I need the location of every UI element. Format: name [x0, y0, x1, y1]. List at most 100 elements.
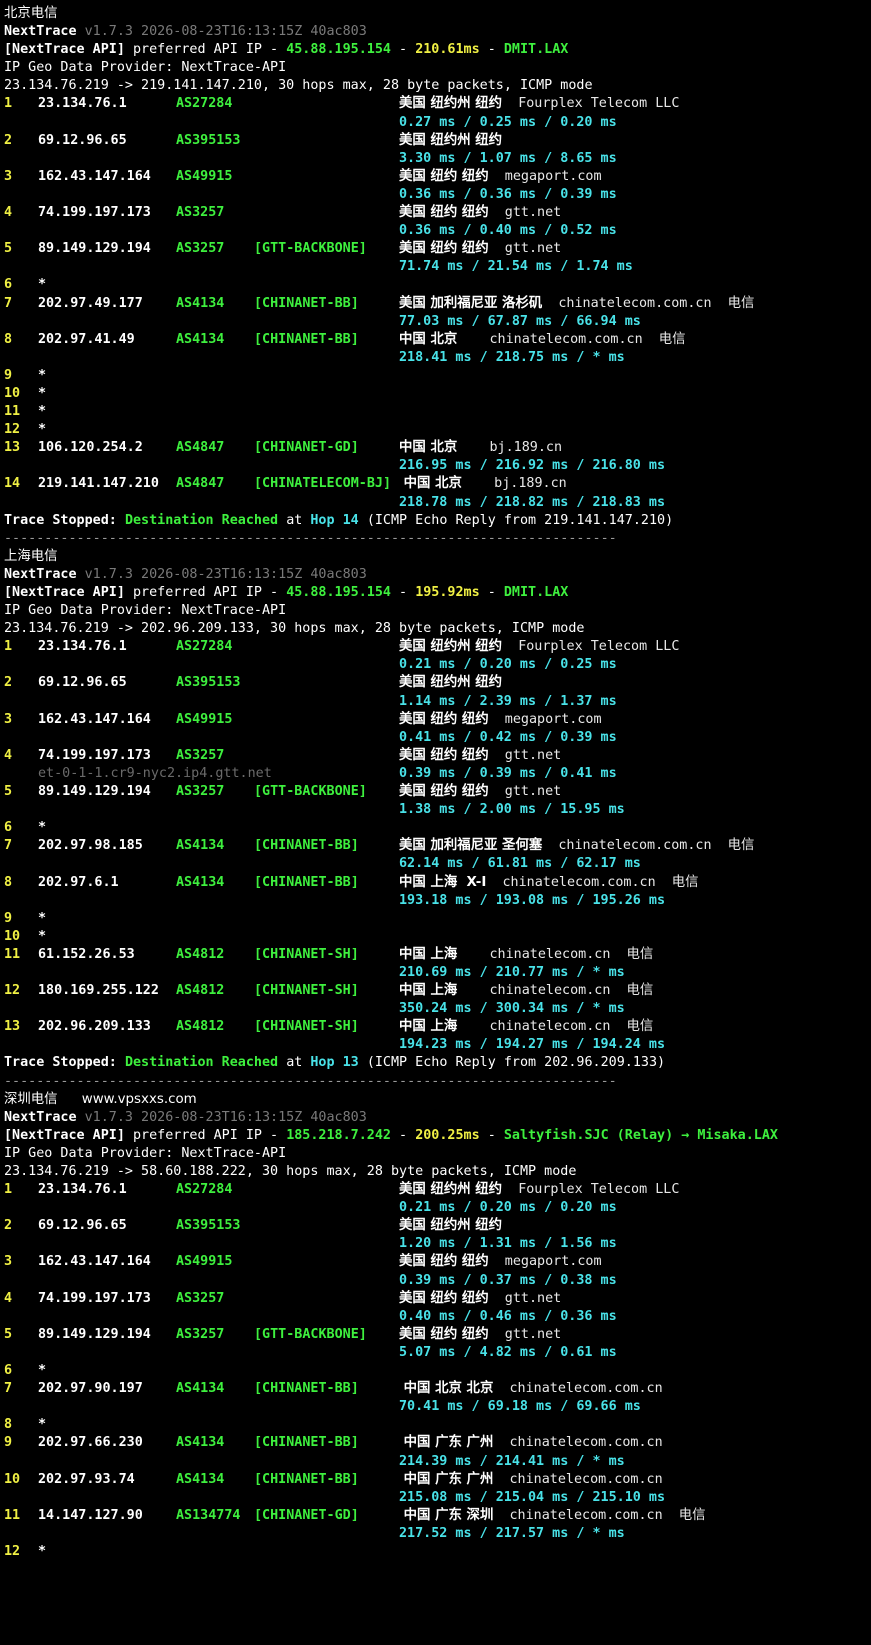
hop-geo: 中国 上海 chinatelecom.cn 电信 [399, 1018, 653, 1036]
hop-number: 11 [4, 404, 21, 420]
route-line: 23.134.76.219 -> 202.96.209.133, 30 hops… [4, 620, 870, 638]
api-node: DMIT.LAX [503, 42, 569, 58]
hop-rtt: 210.69 ms / 210.77 ms / * ms [399, 964, 625, 980]
hop-ip: 202.97.49.177 [38, 295, 143, 311]
version-line: NextTrace v1.7.3 2026-08-23T16:13:15Z 40… [4, 1109, 870, 1127]
hop-row: 1 23.134.76.1 AS27284 美国 纽约州 纽约 Fourplex Te… [4, 95, 870, 131]
api-ip: 45.88.195.154 [286, 585, 391, 600]
hop-org: megaport.com [504, 711, 602, 727]
hop-location: 美国 纽约州 纽约 [399, 1218, 503, 1234]
hop-ip: * [38, 1417, 47, 1433]
api-prefix: [NextTrace API] [4, 42, 125, 58]
hop-asn: AS3257 [176, 784, 225, 800]
hop-location: 中国 上海 [399, 1019, 458, 1035]
hop-location: 美国 纽约 纽约 [399, 711, 489, 727]
hop-row: 6 * [4, 1362, 870, 1380]
hop-ip: 219.141.147.210 [38, 476, 159, 492]
api-ip: 185.218.7.242 [286, 1127, 391, 1143]
hop-location: 美国 纽约 纽约 [399, 784, 489, 800]
hop-geo: 美国 纽约州 纽约 Fourplex Telecom LLC [399, 95, 679, 113]
hop-row: 4 74.199.197.173 AS3257 美国 纽约 纽约 gtt.net 0.3… [4, 747, 870, 783]
hop-asn: AS4134 [176, 874, 225, 890]
hop-number: 10 [4, 385, 21, 401]
hop-rtt: 3.30 ms / 1.07 ms / 8.65 ms [399, 150, 617, 166]
hop-asn: AS395153 [176, 675, 241, 691]
hop-org: Fourplex Telecom LLC [518, 639, 680, 655]
hop-number: 10 [4, 928, 21, 944]
hop-location: 美国 加利福尼亚 洛杉矶 [399, 295, 543, 311]
hop-geo: 美国 纽约州 纽约 [399, 1217, 502, 1235]
hop-number: 4 [4, 747, 13, 763]
hop-number: 2 [4, 1218, 13, 1234]
separator-dashes: ----------------------------------------… [4, 1073, 617, 1089]
destination-reached: Destination Reached [124, 512, 279, 528]
hop-org: chinatelecom.com.cn 电信 [558, 295, 755, 311]
api-latency: 195.92ms [415, 585, 480, 600]
hop-geo: 中国 北京 bj.189.cn [399, 475, 567, 493]
hop-number: 11 [4, 946, 21, 962]
hop-number: 4 [4, 1290, 13, 1306]
hop-location: 中国 上海 [399, 983, 458, 999]
hop-location: 中国 北京 [399, 440, 458, 456]
api-prefix: [NextTrace API] [4, 585, 125, 600]
hop-rtt: 215.08 ms / 215.04 ms / 215.10 ms [399, 1489, 666, 1505]
hop-number: 7 [4, 295, 13, 311]
hop-org: chinatelecom.com.cn 电信 [558, 838, 755, 854]
hop-rtt: 70.41 ms / 69.18 ms / 69.66 ms [399, 1399, 641, 1415]
hop-asn: AS27284 [176, 1182, 233, 1198]
hop-row: 12 * [4, 421, 870, 439]
hop-ip: 89.149.129.194 [38, 241, 151, 257]
hop-number: 7 [4, 838, 13, 854]
stop-reply: (ICMP Echo Reply from 202.96.209.133) [366, 1055, 666, 1071]
hop-number: 9 [4, 910, 13, 926]
section-title: 上海电信 [4, 548, 58, 564]
hop-ip: 89.149.129.194 [38, 784, 151, 800]
hop-number: 3 [4, 168, 13, 184]
hop-geo: 美国 纽约 纽约 gtt.net [399, 204, 561, 222]
hop-location: 中国 广东 广州 [399, 1471, 494, 1487]
hop-location: 美国 纽约 纽约 [399, 1254, 489, 1270]
api-line: [NextTrace API] preferred API IP - 45.88… [4, 41, 870, 59]
hop-number: 5 [4, 1326, 13, 1342]
hop-number: 3 [4, 711, 13, 727]
hop-ip: 202.96.209.133 [38, 1019, 151, 1035]
hop-geo: 中国 北京 bj.189.cn [399, 439, 562, 457]
hop-rtt: 216.95 ms / 216.92 ms / 216.80 ms [399, 458, 666, 474]
hop-rtt: 0.27 ms / 0.25 ms / 0.20 ms [399, 114, 617, 130]
hop-location: 美国 纽约州 纽约 [399, 96, 503, 112]
hop-number: 14 [4, 476, 21, 492]
hop-ip: * [38, 910, 47, 926]
hop-network-tag: [GTT-BACKBONE] [254, 241, 367, 257]
hop-geo: 美国 纽约 纽约 megaport.com [399, 1253, 602, 1271]
hop-geo: 中国 广东 深圳 chinatelecom.com.cn 电信 [399, 1507, 706, 1525]
dash: - [391, 42, 416, 58]
hop-rtt: 217.52 ms / 217.57 ms / * ms [399, 1525, 625, 1541]
hop-asn: AS27284 [176, 639, 233, 655]
hop-geo: 中国 上海 chinatelecom.cn 电信 [399, 982, 653, 1000]
hop-number: 6 [4, 1363, 13, 1379]
hop-row: 2 69.12.96.65 AS395153 美国 纽约州 纽约 1.14 ms / 2… [4, 674, 870, 710]
hop-ip: 202.97.98.185 [38, 838, 143, 854]
route-summary: 23.134.76.219 -> 219.141.147.210, 30 hop… [4, 78, 593, 94]
geo-provider-line: IP Geo Data Provider: NextTrace-API [4, 1145, 870, 1163]
hop-network-tag: [CHINANET-GD] [254, 440, 359, 456]
dash: - [479, 585, 504, 600]
hop-row: 11 61.152.26.53 AS4812 [CHINANET-SH] 中国 上海 c… [4, 946, 870, 982]
hop-number: 12 [4, 983, 21, 999]
hop-number: 7 [4, 1381, 13, 1397]
hop-ip: * [38, 385, 47, 401]
hop-org: chinatelecom.com.cn 电信 [509, 1507, 706, 1523]
hop-org: chinatelecom.com.cn [509, 1471, 663, 1487]
hop-location: 美国 纽约 纽约 [399, 1290, 489, 1306]
hop-ip: 202.97.93.74 [38, 1471, 135, 1487]
hop-ip: 162.43.147.164 [38, 711, 151, 727]
